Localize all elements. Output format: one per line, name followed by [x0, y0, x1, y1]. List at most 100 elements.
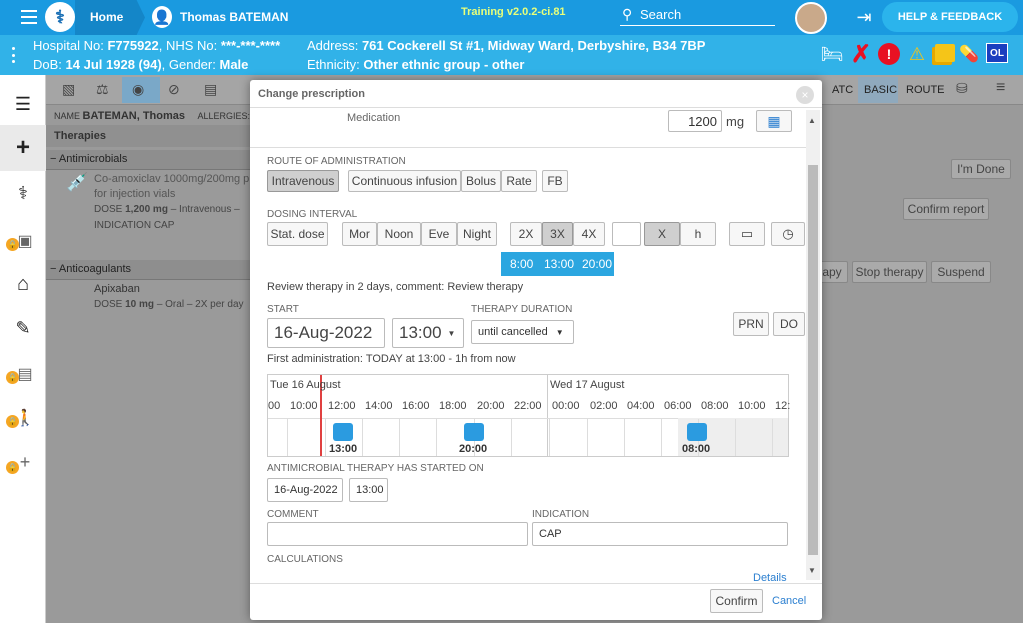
timeline-hour-label: 22:00: [514, 400, 542, 412]
logout-icon[interactable]: ⇥: [853, 7, 875, 27]
antimicrobials-group[interactable]: − Antimicrobials: [46, 150, 251, 170]
timeline-gridline: [511, 419, 512, 456]
notes-icon[interactable]: [935, 44, 955, 62]
pill-icon[interactable]: 💊: [958, 43, 980, 65]
alert-icon[interactable]: !: [878, 43, 900, 65]
dose-input[interactable]: 1200: [668, 110, 722, 132]
route-intravenous[interactable]: Intravenous: [267, 170, 339, 192]
timeline-gridline: [549, 419, 550, 456]
edit-icon[interactable]: ✎: [12, 317, 34, 339]
time-noon[interactable]: Noon: [377, 222, 421, 246]
search-box[interactable]: ⚲ Search: [620, 4, 775, 26]
add-icon[interactable]: +: [12, 134, 34, 161]
scrollbar-thumb[interactable]: [808, 165, 818, 555]
calendar-icon[interactable]: ▭: [729, 222, 765, 246]
duration-label: THERAPY DURATION: [471, 304, 573, 315]
help-feedback-button[interactable]: HELP & FEEDBACK: [882, 2, 1018, 32]
calculator-icon[interactable]: ▦: [756, 110, 792, 132]
comment-input[interactable]: [267, 522, 528, 546]
tool-icon-1[interactable]: ▧: [62, 81, 75, 98]
dose-time-2000[interactable]: 20:00: [582, 257, 612, 271]
interval-input[interactable]: [612, 222, 641, 246]
drug1-indication: INDICATION CAP: [94, 220, 175, 231]
cross-icon[interactable]: ✗: [851, 41, 871, 68]
am-time-input[interactable]: 13:00: [349, 478, 388, 502]
bed-icon[interactable]: 🛏: [817, 43, 847, 65]
stat-dose-button[interactable]: Stat. dose: [267, 222, 328, 246]
time-night[interactable]: Night: [457, 222, 497, 246]
kebab-icon[interactable]: [10, 47, 16, 63]
clock-icon[interactable]: ◷: [771, 222, 805, 246]
dose-time-1300[interactable]: 13:00: [544, 257, 574, 271]
home-plus-icon[interactable]: ⌂: [12, 273, 34, 295]
patient-crumb[interactable]: Thomas BATEMAN: [180, 10, 288, 24]
duration-select[interactable]: until cancelled ▼: [471, 320, 574, 344]
tab-route[interactable]: ROUTE: [906, 84, 945, 96]
avatar[interactable]: [795, 2, 827, 34]
confirm-button[interactable]: Confirm: [710, 589, 763, 613]
dose-time-0800[interactable]: 8:00: [510, 257, 533, 271]
stethoscope-icon[interactable]: ⚕: [12, 182, 34, 204]
freq-3x[interactable]: 3X: [542, 222, 573, 246]
filter-icon[interactable]: ⛁: [956, 80, 968, 97]
im-done-button[interactable]: I'm Done: [951, 159, 1011, 179]
warning-icon[interactable]: ⚠: [905, 43, 929, 65]
medication-label: Medication: [347, 112, 401, 124]
first-admin-text: First administration: TODAY at 13:00 - 1…: [267, 353, 516, 365]
ol-badge[interactable]: OL: [986, 43, 1008, 63]
scrollbar[interactable]: ▲ ▼: [806, 110, 820, 580]
drug1-dose: DOSE 1,200 mg – Intravenous –: [94, 204, 240, 215]
indication-input[interactable]: CAP: [532, 522, 788, 546]
route-bolus[interactable]: Bolus: [461, 170, 501, 192]
start-date-input[interactable]: 16-Aug-2022: [267, 318, 385, 348]
dose-marker-label: 08:00: [682, 443, 711, 455]
dosing-label: DOSING INTERVAL: [267, 209, 358, 220]
eye-icon[interactable]: ◉: [132, 81, 144, 98]
prn-button[interactable]: PRN: [733, 312, 769, 336]
training-badge: Training v2.0.2-ci.81: [461, 6, 566, 18]
route-fb[interactable]: FB: [542, 170, 568, 192]
time-mor[interactable]: Mor: [342, 222, 377, 246]
start-label: START: [267, 304, 299, 315]
do-button[interactable]: DO: [773, 312, 805, 336]
interval-x[interactable]: X: [644, 222, 680, 246]
dose-marker[interactable]: [464, 423, 484, 441]
close-icon[interactable]: ×: [796, 86, 814, 104]
divider: [250, 147, 806, 148]
document-icon[interactable]: ▤: [204, 81, 217, 98]
timeline-hour-label: 12:00: [328, 400, 356, 412]
tool-icon-4[interactable]: ⊘: [168, 81, 180, 98]
confirm-report-button[interactable]: Confirm report: [903, 198, 989, 220]
drug2-name[interactable]: Apixaban: [94, 283, 140, 295]
drug1-name[interactable]: Co-amoxiclav 1000mg/200mg p: [94, 173, 249, 185]
anticoagulants-group[interactable]: − Anticoagulants: [46, 260, 251, 280]
menu-icon[interactable]: [20, 10, 38, 24]
patient-address: Address: 761 Cockerell St #1, Midway War…: [307, 38, 706, 53]
patient-dob: DoB: 14 Jul 1928 (94), Gender: Male: [33, 57, 249, 72]
interval-h[interactable]: h: [680, 222, 716, 246]
time-eve[interactable]: Eve: [421, 222, 457, 246]
person-icon: 👤: [152, 6, 172, 28]
freq-4x[interactable]: 4X: [573, 222, 605, 246]
start-time-select[interactable]: 13:00 ▼: [392, 318, 464, 348]
list-icon[interactable]: ☰: [12, 94, 34, 114]
dose-times-bar: 8:00 13:00 20:00: [501, 252, 614, 276]
dose-marker[interactable]: [687, 423, 707, 441]
timeline-gridline: [399, 419, 400, 456]
timeline-hour-label: 04:00: [627, 400, 655, 412]
freq-2x[interactable]: 2X: [510, 222, 542, 246]
tab-basic[interactable]: BASIC: [864, 84, 897, 96]
route-continuous-infusion[interactable]: Continuous infusion: [348, 170, 461, 192]
lock-icon: 🔒: [6, 238, 19, 251]
cancel-link[interactable]: Cancel: [772, 595, 806, 607]
dose-marker[interactable]: [333, 423, 353, 441]
suspend-button[interactable]: Suspend: [931, 261, 991, 283]
tool-icon-2[interactable]: ⚖: [96, 81, 109, 98]
stop-therapy-button[interactable]: Stop therapy: [852, 261, 927, 283]
home-link[interactable]: Home: [90, 10, 123, 24]
route-rate[interactable]: Rate: [501, 170, 537, 192]
timeline-hour-label: 18:00: [439, 400, 467, 412]
tab-atc[interactable]: ATC: [832, 84, 853, 96]
am-date-input[interactable]: 16-Aug-2022: [267, 478, 343, 502]
menu-icon[interactable]: ≡: [996, 79, 1005, 97]
